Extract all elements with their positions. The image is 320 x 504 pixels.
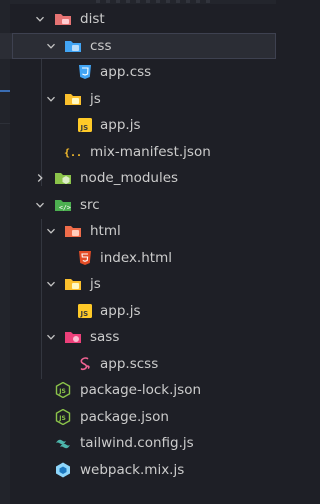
folder-js-icon <box>64 276 82 292</box>
chevron-down-icon[interactable] <box>46 271 56 297</box>
tree-item-webpack-mix[interactable]: webpack.mix.js <box>0 457 276 484</box>
tree-item-label: node_modules <box>80 170 179 186</box>
js-file-icon: JS <box>76 117 94 133</box>
top-edge-mark <box>96 0 216 3</box>
tree-item-label: js <box>90 90 101 107</box>
tree-item-tailwind-config[interactable]: tailwind.config.js <box>0 430 276 457</box>
chevron-down-icon[interactable] <box>46 218 56 244</box>
tree-item-mix-manifest[interactable]: {..} mix-manifest.json <box>0 139 276 166</box>
tree-item-label: app.scss <box>100 355 159 372</box>
webpack-icon <box>54 462 72 478</box>
tree-item-dist-folder[interactable]: dist <box>0 6 276 33</box>
sass-file-icon <box>76 356 94 372</box>
html-file-icon <box>76 250 94 266</box>
chevron-down-icon[interactable] <box>35 6 45 32</box>
tree-item-app-css[interactable]: app.css <box>0 59 276 86</box>
svg-text:</>: </> <box>59 203 71 211</box>
tree-item-label: package.json <box>80 408 169 425</box>
tree-item-label: html <box>90 223 121 239</box>
tree-item-index-html[interactable]: index.html <box>0 245 276 272</box>
nodejs-file-icon: JS <box>54 408 72 425</box>
json-braces-icon: {..} <box>64 144 82 160</box>
folder-dist-icon <box>54 11 72 27</box>
svg-text:JS: JS <box>58 388 66 395</box>
file-explorer-tree: dist css app.css js JS app.js {..} mix-m… <box>0 6 276 483</box>
tree-item-label: index.html <box>100 249 172 266</box>
chevron-down-icon[interactable] <box>46 86 56 112</box>
svg-text:JS: JS <box>80 124 89 132</box>
tree-item-package-json[interactable]: JS package.json <box>0 404 276 431</box>
js-file-icon: JS <box>76 303 94 319</box>
tree-item-label: package-lock.json <box>80 382 202 398</box>
tree-item-js-folder[interactable]: js <box>0 86 276 113</box>
tree-item-label: app.css <box>100 64 152 80</box>
tree-item-label: js <box>90 276 101 292</box>
tree-item-label: tailwind.config.js <box>80 435 194 451</box>
top-edge <box>0 0 276 4</box>
folder-node-icon <box>54 170 72 186</box>
folder-css-icon <box>64 38 82 54</box>
tree-item-package-lock[interactable]: JS package-lock.json <box>0 377 276 404</box>
tree-item-sass-folder[interactable]: sass <box>0 324 276 351</box>
tailwind-icon <box>54 435 72 451</box>
chevron-down-icon[interactable] <box>35 192 45 218</box>
folder-html-icon <box>64 223 82 239</box>
chevron-down-icon[interactable] <box>46 33 56 59</box>
css-file-icon <box>76 64 94 80</box>
tree-item-node-modules[interactable]: node_modules <box>0 165 276 192</box>
tree-item-label: webpack.mix.js <box>80 461 185 478</box>
chevron-right-icon[interactable] <box>35 165 45 191</box>
folder-src-icon: </> <box>54 197 72 213</box>
tree-item-label: app.js <box>100 302 141 319</box>
tree-item-label: app.js <box>100 117 141 133</box>
tree-item-html-folder[interactable]: html <box>0 218 276 245</box>
svg-text:JS: JS <box>58 414 66 421</box>
folder-sass-icon <box>64 329 82 345</box>
tree-item-css-folder[interactable]: css <box>0 32 276 59</box>
tree-item-label: src <box>80 196 100 213</box>
tree-item-js-folder[interactable]: js <box>0 271 276 298</box>
chevron-down-icon[interactable] <box>46 324 56 350</box>
tree-item-label: css <box>90 37 112 54</box>
nodejs-file-icon: JS <box>54 382 72 398</box>
folder-js-icon <box>64 91 82 107</box>
tree-item-label: dist <box>80 11 105 27</box>
svg-text:JS: JS <box>80 310 89 318</box>
tree-item-app-js[interactable]: JS app.js <box>0 298 276 325</box>
tree-item-label: mix-manifest.json <box>90 143 211 160</box>
svg-text:{..}: {..} <box>64 148 82 159</box>
tree-item-src-folder[interactable]: </> src <box>0 192 276 219</box>
tree-item-app-js[interactable]: JS app.js <box>0 112 276 139</box>
tree-item-label: sass <box>90 329 120 345</box>
tree-item-app-scss[interactable]: app.scss <box>0 351 276 378</box>
